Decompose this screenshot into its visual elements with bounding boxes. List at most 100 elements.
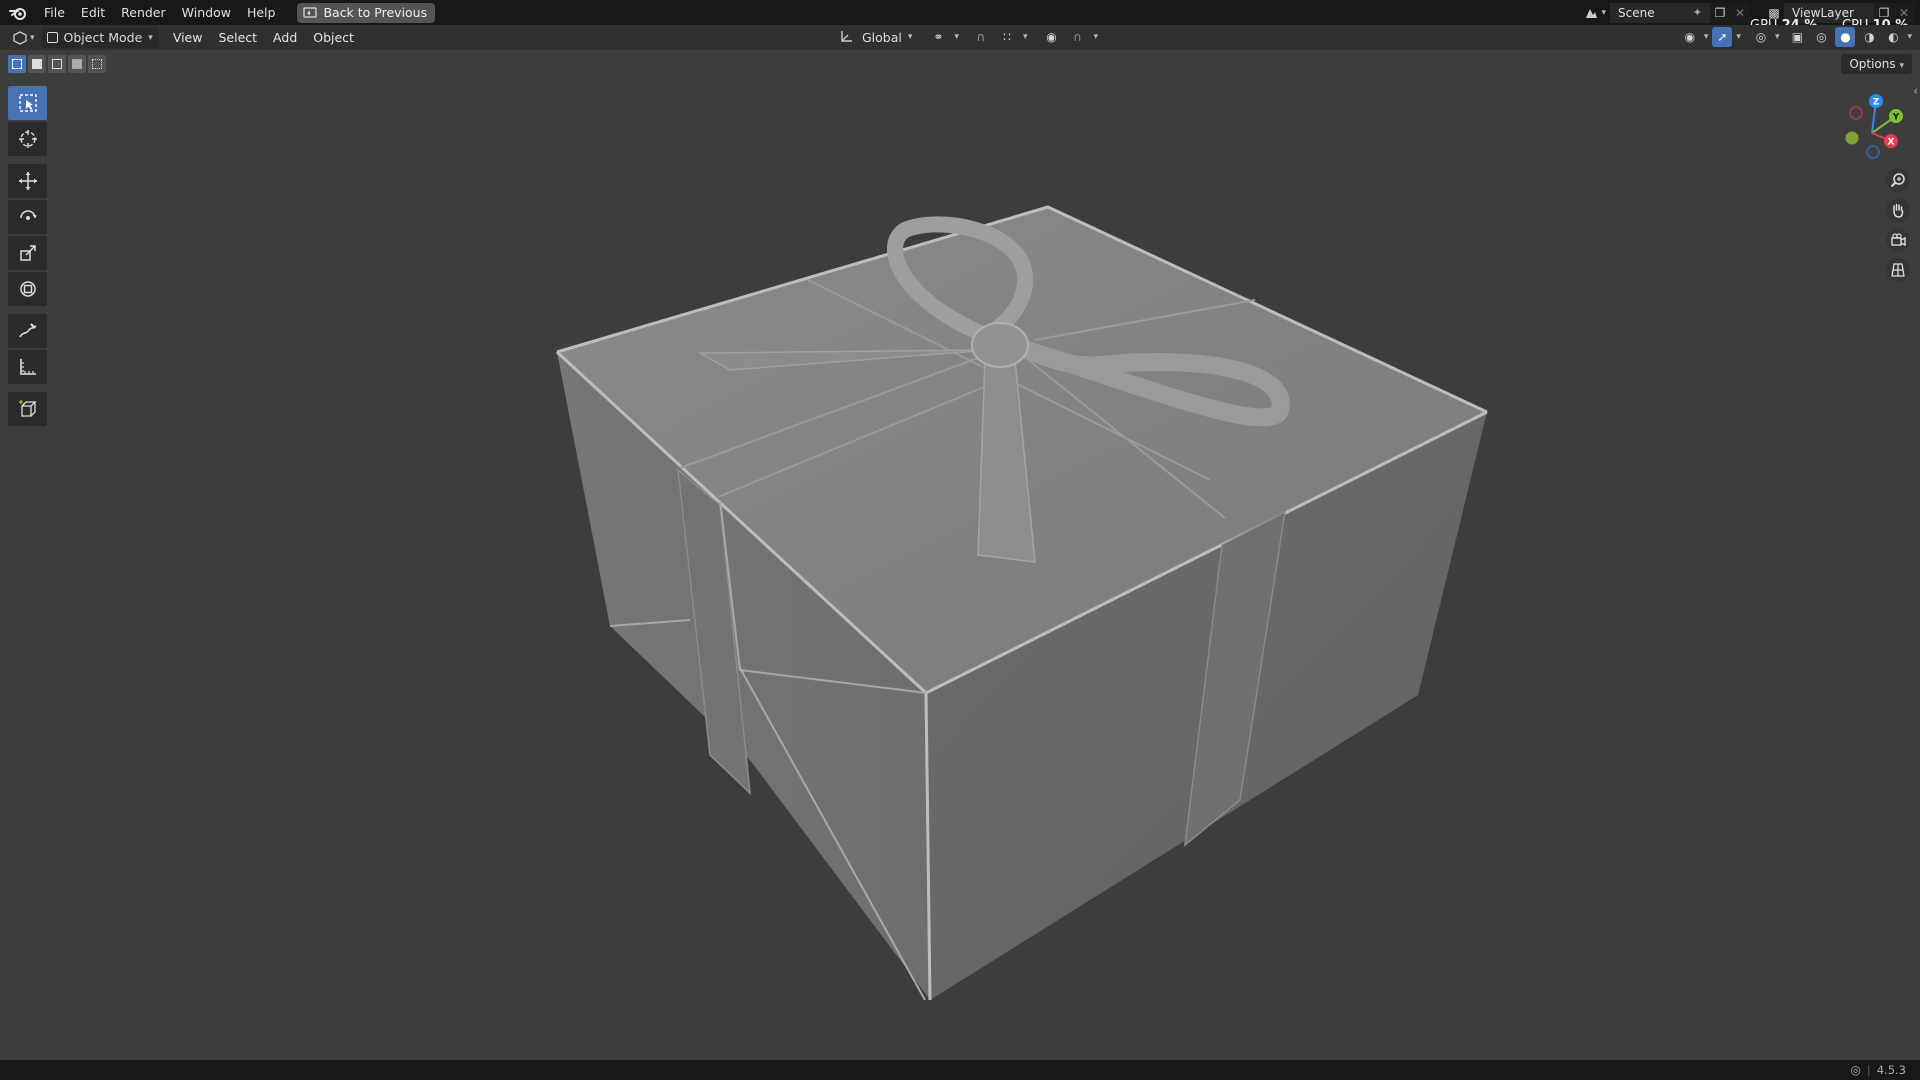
annotate-tool[interactable] bbox=[8, 314, 47, 348]
proportional-edit-icon[interactable]: ◉ bbox=[1041, 27, 1061, 47]
move-tool[interactable] bbox=[8, 164, 47, 198]
select-invert-icon bbox=[72, 59, 82, 69]
object-mode-select[interactable]: Object Mode ▾ bbox=[40, 27, 159, 48]
options-label: Options bbox=[1849, 57, 1896, 71]
visibility-eye-icon[interactable]: ◉ bbox=[1680, 27, 1700, 47]
chevron-down-icon[interactable]: ▾ bbox=[1093, 32, 1098, 42]
chevron-down-icon[interactable]: ▾ bbox=[1704, 32, 1709, 42]
object-mode-label: Object Mode bbox=[63, 30, 143, 45]
menu-view[interactable]: View bbox=[165, 28, 211, 48]
rendered-shading-icon[interactable]: ◐ bbox=[1883, 27, 1903, 47]
gizmo-x-label: X bbox=[1888, 138, 1895, 148]
delete-scene-icon[interactable]: ✕ bbox=[1730, 3, 1750, 23]
scene-type-icon[interactable] bbox=[1581, 3, 1601, 23]
chevron-down-icon: ▾ bbox=[1899, 61, 1904, 71]
object-mode-icon bbox=[46, 32, 58, 43]
select-intersect-button[interactable] bbox=[88, 55, 106, 73]
scene-dropdown-chevron-icon[interactable]: ▾ bbox=[1601, 8, 1606, 18]
select-subtract-icon bbox=[52, 59, 62, 69]
globe-icon: ◎ bbox=[1850, 1063, 1861, 1077]
viewport-display-controls: ◉ ▾ ➚ ▾ ◎ ▾ ▣ ◎ ● ◑ ◐ ▾ bbox=[1680, 27, 1912, 47]
snap-target-icon[interactable]: ∷ bbox=[997, 27, 1017, 47]
version-label: 4.5.3 bbox=[1876, 1063, 1906, 1077]
select-extend-button[interactable] bbox=[28, 55, 46, 73]
hand-icon bbox=[1893, 203, 1904, 218]
measure-tool[interactable] bbox=[8, 350, 47, 384]
pin-icon[interactable]: ✦ bbox=[1693, 3, 1702, 23]
selection-mode-buttons bbox=[8, 55, 106, 73]
pivot-point-icon[interactable]: ⚭ bbox=[928, 27, 948, 47]
transform-icon bbox=[19, 281, 36, 297]
pan-button[interactable] bbox=[1886, 198, 1910, 222]
select-box-tool[interactable] bbox=[8, 86, 47, 120]
menu-object[interactable]: Object bbox=[305, 28, 362, 48]
gizmo-y-label: Y bbox=[1892, 113, 1900, 123]
camera-view-button[interactable] bbox=[1886, 228, 1910, 252]
cursor-icon bbox=[18, 130, 37, 148]
select-box-icon bbox=[18, 94, 37, 112]
chevron-down-icon[interactable]: ▾ bbox=[1775, 32, 1780, 42]
chevron-down-icon[interactable]: ▾ bbox=[954, 32, 959, 42]
add-cube-tool[interactable] bbox=[8, 392, 47, 426]
menu-help[interactable]: Help bbox=[239, 0, 284, 25]
options-dropdown[interactable]: Options ▾ bbox=[1841, 54, 1912, 74]
perspective-toggle-button[interactable] bbox=[1886, 258, 1910, 282]
top-menu-bar: File Edit Render Window Help Back to Pre… bbox=[0, 0, 1920, 33]
new-scene-icon[interactable]: ❐ bbox=[1710, 3, 1730, 23]
chevron-down-icon[interactable]: ▾ bbox=[1736, 32, 1741, 42]
move-icon bbox=[18, 172, 37, 190]
navigation-gizmo[interactable]: Z Y X bbox=[1832, 88, 1912, 168]
wireframe-shading-icon[interactable]: ◎ bbox=[1811, 27, 1831, 47]
editor-type-chevron-icon[interactable]: ▾ bbox=[30, 33, 35, 43]
overlays-icon[interactable]: ◎ bbox=[1751, 27, 1771, 47]
select-new-icon bbox=[12, 59, 22, 69]
transform-controls: Global ▾ ⚭ ▾ ∩ ∷ ▾ ◉ ∩ ▾ bbox=[836, 27, 1098, 47]
gizmo-neg-z-circle bbox=[1866, 145, 1880, 159]
menu-edit[interactable]: Edit bbox=[73, 0, 113, 25]
select-invert-button[interactable] bbox=[68, 55, 86, 73]
3d-viewport[interactable]: Options ▾ Z Y X ‹ bbox=[0, 50, 1920, 1060]
menu-render[interactable]: Render bbox=[113, 0, 174, 25]
scale-tool[interactable] bbox=[8, 236, 47, 270]
gift-box-model[interactable] bbox=[0, 50, 1920, 1060]
chevron-down-icon[interactable]: ▾ bbox=[1907, 32, 1912, 42]
gizmo-neg-y-circle bbox=[1845, 131, 1859, 145]
gizmo-toggle-icon[interactable]: ➚ bbox=[1712, 27, 1733, 47]
rotate-tool[interactable] bbox=[8, 200, 47, 234]
chevron-down-icon[interactable]: ▾ bbox=[1023, 32, 1028, 42]
bow-knot bbox=[971, 322, 1029, 368]
transform-orientation-icon[interactable] bbox=[836, 27, 856, 47]
editor-type-icon[interactable] bbox=[10, 28, 30, 48]
select-new-button[interactable] bbox=[8, 55, 26, 73]
add-cube-icon bbox=[18, 400, 37, 417]
xray-toggle-icon[interactable]: ▣ bbox=[1787, 27, 1807, 47]
material-preview-shading-icon[interactable]: ◑ bbox=[1859, 27, 1879, 47]
cursor-tool[interactable] bbox=[8, 122, 47, 156]
menu-file[interactable]: File bbox=[36, 0, 73, 25]
select-subtract-button[interactable] bbox=[48, 55, 66, 73]
gizmo-neg-x-circle bbox=[1849, 106, 1863, 120]
camera-icon bbox=[1891, 233, 1906, 247]
menu-select[interactable]: Select bbox=[210, 28, 265, 48]
back-to-previous-button[interactable]: Back to Previous bbox=[297, 2, 436, 23]
menu-add[interactable]: Add bbox=[265, 28, 305, 48]
menu-window[interactable]: Window bbox=[174, 0, 239, 25]
select-extend-icon bbox=[32, 59, 42, 69]
transform-tool[interactable] bbox=[8, 272, 47, 306]
falloff-icon[interactable]: ∩ bbox=[1067, 27, 1087, 47]
blender-logo-icon[interactable] bbox=[0, 0, 36, 25]
chevron-down-icon: ▾ bbox=[148, 32, 153, 43]
zoom-magnifier-icon bbox=[1890, 173, 1905, 188]
solid-shading-icon[interactable]: ● bbox=[1835, 27, 1856, 47]
screen-back-icon bbox=[303, 6, 318, 18]
scene-selector[interactable]: Scene ✦ ❐ ✕ bbox=[1610, 2, 1750, 23]
snap-toggle-icon[interactable]: ∩ bbox=[971, 27, 991, 47]
sidebar-toggle-icon[interactable]: ‹ bbox=[1913, 84, 1918, 98]
scale-icon bbox=[19, 245, 36, 261]
chevron-down-icon[interactable]: ▾ bbox=[908, 32, 913, 42]
tool-shelf bbox=[8, 86, 47, 426]
select-intersect-icon bbox=[92, 59, 102, 69]
transform-orientation-value[interactable]: Global bbox=[862, 30, 902, 45]
zoom-button[interactable] bbox=[1886, 168, 1910, 192]
grid-perspective-icon bbox=[1891, 263, 1905, 277]
